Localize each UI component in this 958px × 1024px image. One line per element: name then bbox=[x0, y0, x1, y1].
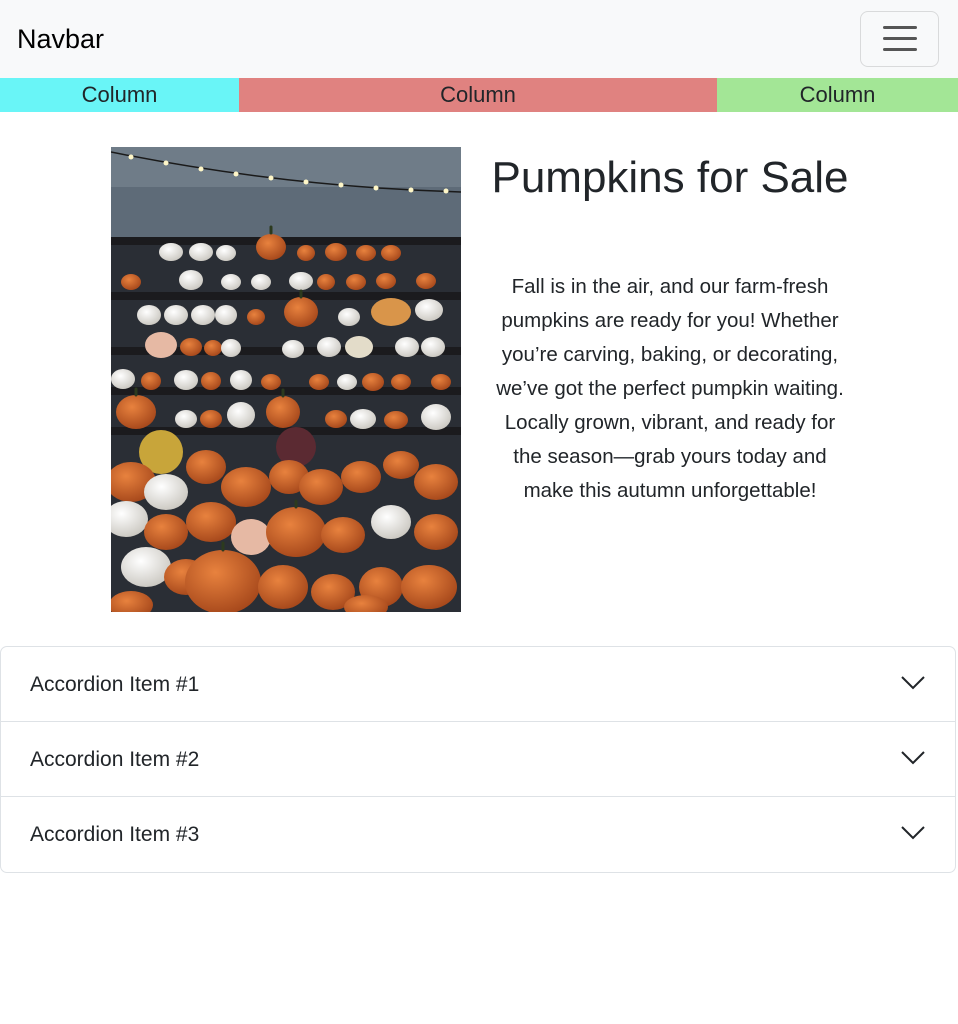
accordion: Accordion Item #1 Accordion Item #2 Acco… bbox=[0, 646, 956, 873]
accordion-item-3[interactable]: Accordion Item #3 bbox=[1, 797, 955, 872]
column-3: Column bbox=[717, 78, 958, 112]
accordion-item-1[interactable]: Accordion Item #1 bbox=[1, 647, 955, 722]
navbar-brand[interactable]: Navbar bbox=[17, 22, 104, 56]
column-2: Column bbox=[239, 78, 717, 112]
accordion-item-1-label: Accordion Item #1 bbox=[30, 673, 200, 696]
accordion-item-3-label: Accordion Item #3 bbox=[30, 823, 200, 846]
column-1: Column bbox=[0, 78, 239, 112]
navbar-toggler-button[interactable] bbox=[860, 11, 939, 67]
chevron-down-icon bbox=[901, 676, 925, 690]
hero-description: Fall is in the air, and our farm-fresh p… bbox=[496, 275, 844, 502]
accordion-item-2[interactable]: Accordion Item #2 bbox=[1, 722, 955, 797]
navbar: Navbar bbox=[0, 0, 958, 78]
pumpkin-photo bbox=[111, 147, 461, 612]
column-row: Column Column Column bbox=[0, 78, 958, 112]
chevron-down-icon bbox=[901, 751, 925, 765]
hero-title: Pumpkins for Sale bbox=[491, 153, 849, 202]
chevron-down-icon bbox=[901, 826, 925, 840]
accordion-item-2-label: Accordion Item #2 bbox=[30, 748, 200, 771]
